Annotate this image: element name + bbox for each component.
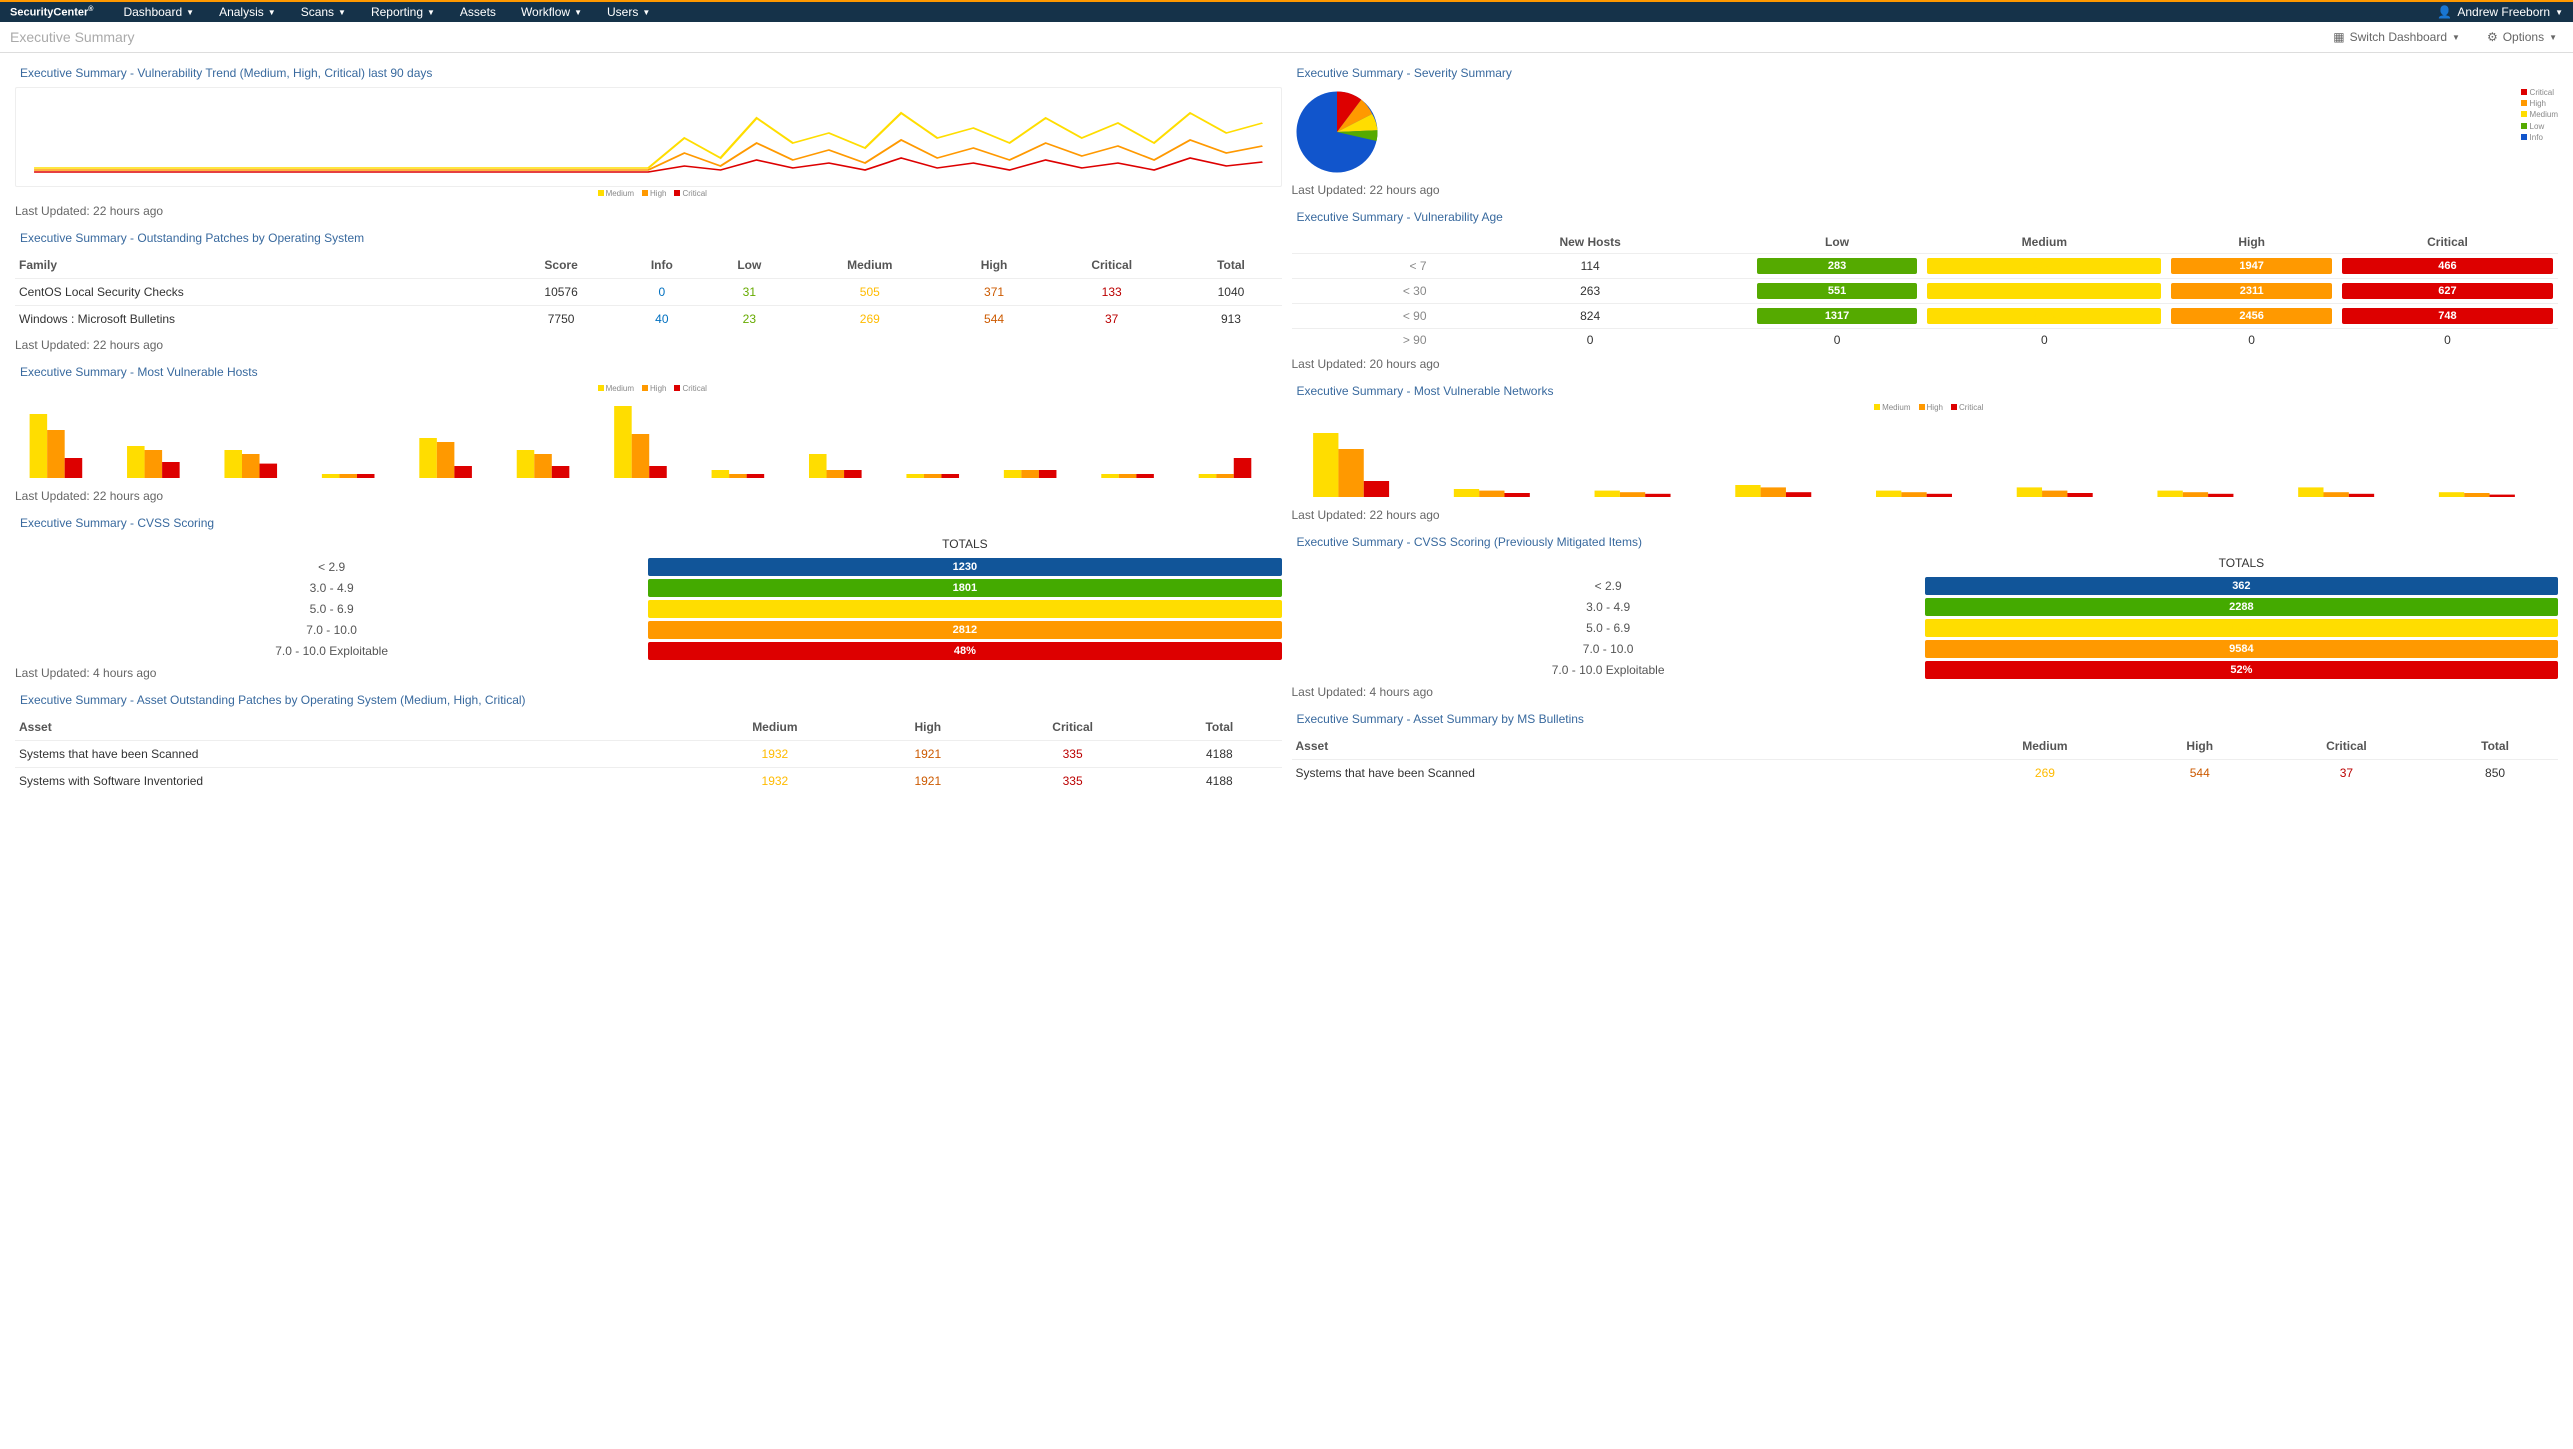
panel-title: Executive Summary - Vulnerability Trend … [15,63,1282,83]
cvss-row[interactable]: 5.0 - 6.9 4812 [1292,619,2559,637]
table-row[interactable]: Windows : Microsoft Bulletins7750 4023 2… [15,306,1282,333]
panel-footer: Last Updated: 4 hours ago [15,666,1282,680]
panel-footer: Last Updated: 22 hours ago [1292,183,2559,197]
options-button[interactable]: ⚙Options▼ [2481,28,2563,46]
page-title: Executive Summary [10,29,134,45]
table-row[interactable]: CentOS Local Security Checks10576 031 50… [15,279,1282,306]
brand: SecurityCenter® [10,6,93,19]
panel-cvss: Executive Summary - CVSS Scoring TOTALS … [15,513,1282,680]
table-row[interactable]: Systems with Software Inventoried1932 19… [15,768,1282,795]
panel-vuln-trend: Executive Summary - Vulnerability Trend … [15,63,1282,218]
cvss-row[interactable]: 5.0 - 6.9 3902 [15,600,1282,618]
cvss-row[interactable]: < 2.9 1230 [15,558,1282,576]
panel-title: Executive Summary - Asset Outstanding Pa… [15,690,1282,710]
panel-footer: Last Updated: 22 hours ago [15,338,1282,352]
table-row[interactable]: < 90824 1317 4672 2456 748 [1292,304,2559,329]
cvss-row[interactable]: 7.0 - 10.0 Exploitable 52% [1292,661,2559,679]
nav-scans[interactable]: Scans▼ [301,5,346,19]
nav-menu: Dashboard▼ Analysis▼ Scans▼ Reporting▼ A… [123,5,650,19]
panel-footer: Last Updated: 4 hours ago [1292,685,2559,699]
chart-legend: MediumHighCritical [15,384,1282,393]
subbar: Executive Summary ▦Switch Dashboard▼ ⚙Op… [0,22,2573,53]
nav-reporting[interactable]: Reporting▼ [371,5,435,19]
bar-chart[interactable] [15,393,1282,483]
bar-chart[interactable] [1292,412,2559,502]
nav-workflow[interactable]: Workflow▼ [521,5,582,19]
asset-table: Asset Medium High Critical Total Systems… [15,714,1282,794]
cvss-row[interactable]: 3.0 - 4.9 1801 [15,579,1282,597]
pie-legend: Critical High Medium Low Info [2521,87,2558,143]
panel-title: Executive Summary - Outstanding Patches … [15,228,1282,248]
panel-title: Executive Summary - Vulnerability Age [1292,207,2559,227]
panel-title: Executive Summary - CVSS Scoring (Previo… [1292,532,2559,552]
table-row[interactable]: < 30263 551 2875 2311 627 [1292,279,2559,304]
grid-icon: ▦ [2333,30,2344,44]
panel-vuln-age: Executive Summary - Vulnerability Age Ne… [1292,207,2559,371]
gear-icon: ⚙ [2487,30,2498,44]
vage-table: New Hosts Low Medium High Critical < 711… [1292,231,2559,351]
table-row[interactable]: < 7114 283 2049 1947 466 [1292,254,2559,279]
cvss-row[interactable]: 7.0 - 10.0 Exploitable 48% [15,642,1282,660]
switch-dashboard-button[interactable]: ▦Switch Dashboard▼ [2327,28,2466,46]
panel-title: Executive Summary - Most Vulnerable Host… [15,362,1282,382]
chart-legend: MediumHighCritical [15,189,1282,198]
user-menu[interactable]: 👤Andrew Freeborn▼ [2437,5,2563,19]
nav-assets[interactable]: Assets [460,5,496,19]
cvss-row[interactable]: 3.0 - 4.9 2288 [1292,598,2559,616]
nav-users[interactable]: Users▼ [607,5,650,19]
panel-msb: Executive Summary - Asset Summary by MS … [1292,709,2559,786]
cvss-row[interactable]: 7.0 - 10.0 2812 [15,621,1282,639]
panel-footer: Last Updated: 22 hours ago [15,204,1282,218]
cvss-row[interactable]: < 2.9 362 [1292,577,2559,595]
panel-title: Executive Summary - Severity Summary [1292,63,2559,83]
panel-title: Executive Summary - CVSS Scoring [15,513,1282,533]
panel-asset-patches: Executive Summary - Asset Outstanding Pa… [15,690,1282,794]
msb-table: Asset Medium High Critical Total Systems… [1292,733,2559,786]
panel-vuln-hosts: Executive Summary - Most Vulnerable Host… [15,362,1282,503]
user-icon: 👤 [2437,5,2452,19]
panel-cvss-mitigated: Executive Summary - CVSS Scoring (Previo… [1292,532,2559,699]
line-chart[interactable] [15,87,1282,187]
panel-outstanding-patches: Executive Summary - Outstanding Patches … [15,228,1282,352]
table-row[interactable]: > 900 0 0 0 0 [1292,329,2559,352]
panel-footer: Last Updated: 22 hours ago [1292,508,2559,522]
table-row[interactable]: Systems that have been Scanned269 544378… [1292,760,2559,787]
panel-vuln-nets: Executive Summary - Most Vulnerable Netw… [1292,381,2559,522]
pie-chart[interactable] [1292,87,1382,177]
panel-severity: Executive Summary - Severity Summary Cri… [1292,63,2559,197]
topbar: SecurityCenter® Dashboard▼ Analysis▼ Sca… [0,0,2573,22]
patches-table: Family Score Info Low Medium High Critic… [15,252,1282,332]
panel-footer: Last Updated: 20 hours ago [1292,357,2559,371]
panel-title: Executive Summary - Most Vulnerable Netw… [1292,381,2559,401]
nav-dashboard[interactable]: Dashboard▼ [123,5,194,19]
cvss-row[interactable]: 7.0 - 10.0 9584 [1292,640,2559,658]
table-row[interactable]: Systems that have been Scanned1932 19213… [15,741,1282,768]
nav-analysis[interactable]: Analysis▼ [219,5,276,19]
panel-title: Executive Summary - Asset Summary by MS … [1292,709,2559,729]
chart-legend: MediumHighCritical [1292,403,2559,412]
panel-footer: Last Updated: 22 hours ago [15,489,1282,503]
